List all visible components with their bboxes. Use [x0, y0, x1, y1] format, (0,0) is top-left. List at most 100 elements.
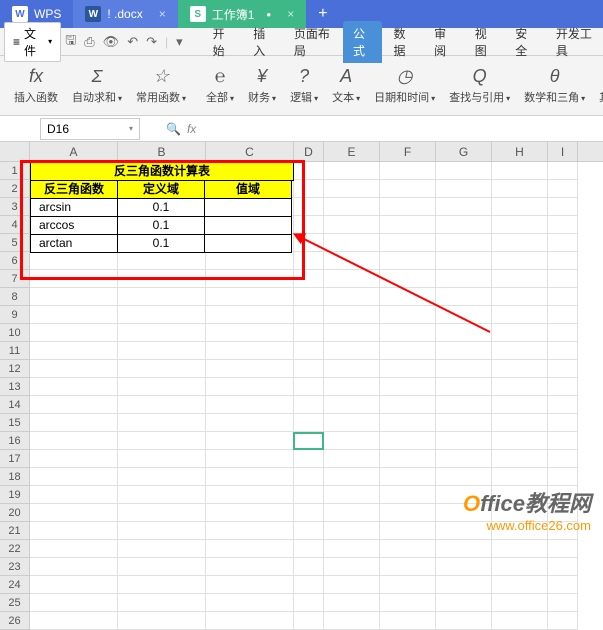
row-header[interactable]: 15 [0, 414, 30, 432]
cell[interactable] [436, 432, 492, 450]
row-header[interactable]: 1 [0, 162, 30, 180]
cell[interactable] [206, 522, 294, 540]
redo-icon[interactable]: ↷ [146, 34, 157, 50]
cell[interactable] [324, 306, 380, 324]
cell[interactable] [492, 414, 548, 432]
cell[interactable] [324, 396, 380, 414]
cell[interactable] [294, 360, 324, 378]
cell[interactable] [548, 306, 578, 324]
cell[interactable] [548, 216, 578, 234]
row-header[interactable]: 18 [0, 468, 30, 486]
cell[interactable] [436, 360, 492, 378]
cell[interactable] [30, 270, 118, 288]
table-header[interactable]: 反三角函数 [30, 180, 118, 199]
cell[interactable] [324, 504, 380, 522]
cell[interactable] [380, 162, 436, 180]
cell[interactable] [548, 612, 578, 630]
cell[interactable] [380, 540, 436, 558]
row-header[interactable]: 25 [0, 594, 30, 612]
cell[interactable] [492, 180, 548, 198]
cell[interactable] [30, 486, 118, 504]
cell[interactable] [118, 342, 206, 360]
row-header[interactable]: 23 [0, 558, 30, 576]
cell[interactable] [206, 342, 294, 360]
cell[interactable] [294, 288, 324, 306]
col-header[interactable]: A [30, 142, 118, 161]
col-header[interactable]: G [436, 142, 492, 161]
save-icon[interactable]: 🖫 [65, 31, 76, 53]
cell[interactable] [380, 342, 436, 360]
row-header[interactable]: 11 [0, 342, 30, 360]
cell[interactable] [206, 450, 294, 468]
text-button[interactable]: A 文本▾ [326, 65, 366, 107]
cell[interactable] [548, 450, 578, 468]
cell[interactable] [294, 342, 324, 360]
cell[interactable] [118, 324, 206, 342]
cell[interactable] [30, 432, 118, 450]
cell[interactable] [294, 612, 324, 630]
cell[interactable] [324, 612, 380, 630]
cell[interactable] [118, 270, 206, 288]
cell[interactable] [294, 504, 324, 522]
cell[interactable] [380, 612, 436, 630]
cell[interactable] [380, 324, 436, 342]
row-header[interactable]: 14 [0, 396, 30, 414]
cell[interactable] [492, 540, 548, 558]
cell[interactable] [30, 450, 118, 468]
cell[interactable] [206, 396, 294, 414]
cell[interactable] [118, 594, 206, 612]
col-header[interactable]: B [118, 142, 206, 161]
cell[interactable] [294, 234, 324, 252]
cell[interactable] [436, 252, 492, 270]
cell[interactable] [324, 180, 380, 198]
cell[interactable] [548, 270, 578, 288]
cell[interactable] [118, 252, 206, 270]
cell[interactable] [206, 594, 294, 612]
preview-icon[interactable]: 👁 [103, 34, 120, 50]
tab-view[interactable]: 视图 [465, 21, 504, 63]
cell[interactable] [294, 306, 324, 324]
row-header[interactable]: 9 [0, 306, 30, 324]
cell[interactable] [380, 594, 436, 612]
cell[interactable] [294, 216, 324, 234]
cell[interactable] [30, 594, 118, 612]
cell[interactable] [30, 414, 118, 432]
tab-dev[interactable]: 开发工具 [546, 21, 603, 63]
logic-button[interactable]: ? 逻辑▾ [284, 65, 324, 107]
cell[interactable] [294, 576, 324, 594]
tab-formula[interactable]: 公式 [343, 21, 382, 63]
cell[interactable] [30, 324, 118, 342]
cell[interactable] [294, 252, 324, 270]
customize-dropdown-icon[interactable]: ▾ [176, 34, 183, 50]
row-header[interactable]: 20 [0, 504, 30, 522]
cell[interactable] [324, 522, 380, 540]
cell[interactable] [492, 450, 548, 468]
cell[interactable] [206, 504, 294, 522]
cell[interactable] [324, 540, 380, 558]
table-cell[interactable]: 0.1 [117, 198, 205, 217]
cell[interactable] [206, 324, 294, 342]
cell[interactable] [324, 450, 380, 468]
cell[interactable] [380, 468, 436, 486]
cell[interactable] [492, 306, 548, 324]
cell[interactable] [492, 216, 548, 234]
row-header[interactable]: 5 [0, 234, 30, 252]
cell[interactable] [294, 180, 324, 198]
cell[interactable] [380, 360, 436, 378]
row-header[interactable]: 2 [0, 180, 30, 198]
table-header[interactable]: 值域 [204, 180, 292, 199]
cell[interactable] [436, 468, 492, 486]
cell[interactable] [380, 378, 436, 396]
cell[interactable] [380, 558, 436, 576]
cell[interactable] [118, 540, 206, 558]
cell[interactable] [436, 180, 492, 198]
row-header[interactable]: 6 [0, 252, 30, 270]
cell[interactable] [436, 162, 492, 180]
col-header[interactable]: I [548, 142, 578, 161]
cell[interactable] [30, 342, 118, 360]
cell[interactable] [548, 360, 578, 378]
row-header[interactable]: 17 [0, 450, 30, 468]
cell[interactable] [118, 504, 206, 522]
cell[interactable] [294, 198, 324, 216]
cell[interactable] [436, 234, 492, 252]
